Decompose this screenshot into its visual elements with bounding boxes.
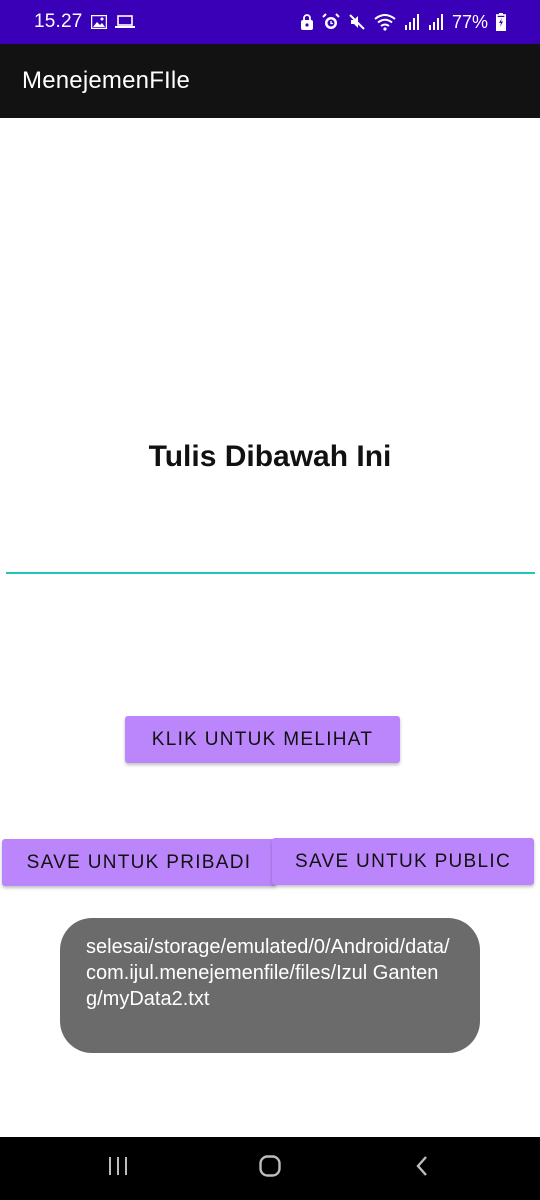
signal-icon	[428, 14, 444, 30]
lock-icon	[300, 14, 314, 30]
recent-apps-icon	[107, 1156, 129, 1181]
page-heading: Tulis Dibawah Ini	[148, 440, 392, 473]
app-title: MenejemenFIle	[22, 67, 191, 94]
home-button[interactable]	[240, 1137, 300, 1200]
text-input[interactable]	[6, 528, 535, 574]
alarm-icon	[322, 13, 340, 31]
back-icon	[414, 1155, 430, 1182]
save-public-button[interactable]: SAVE UNTUK PUBLIC	[272, 838, 534, 885]
status-bar-left: 15.27	[34, 11, 135, 33]
signal-icon	[404, 14, 420, 30]
home-icon	[258, 1154, 282, 1183]
screen: 15.27 77% MenejemenFIle Tulis Dibawah In…	[0, 0, 540, 1200]
mute-icon	[348, 13, 366, 31]
battery-percent: 77%	[451, 11, 488, 32]
app-bar: MenejemenFIle	[0, 44, 540, 118]
status-bar: 15.27 77%	[0, 0, 540, 44]
back-button[interactable]	[392, 1137, 452, 1200]
battery-charging-icon	[496, 13, 506, 31]
image-icon	[90, 15, 107, 29]
toast-message: selesai/storage/emulated/0/Android/data/…	[60, 918, 480, 1053]
recent-apps-button[interactable]	[88, 1137, 148, 1200]
save-private-button[interactable]: SAVE UNTUK PRIBADI	[2, 839, 276, 886]
status-bar-right: 77%	[300, 12, 506, 33]
screen-cast-icon	[114, 15, 135, 29]
toast-text: selesai/storage/emulated/0/Android/data/…	[86, 936, 450, 1010]
view-button[interactable]: KLIK UNTUK MELIHAT	[125, 716, 400, 763]
navigation-bar	[0, 1137, 540, 1200]
wifi-icon	[374, 13, 396, 31]
status-time: 15.27	[34, 11, 83, 32]
